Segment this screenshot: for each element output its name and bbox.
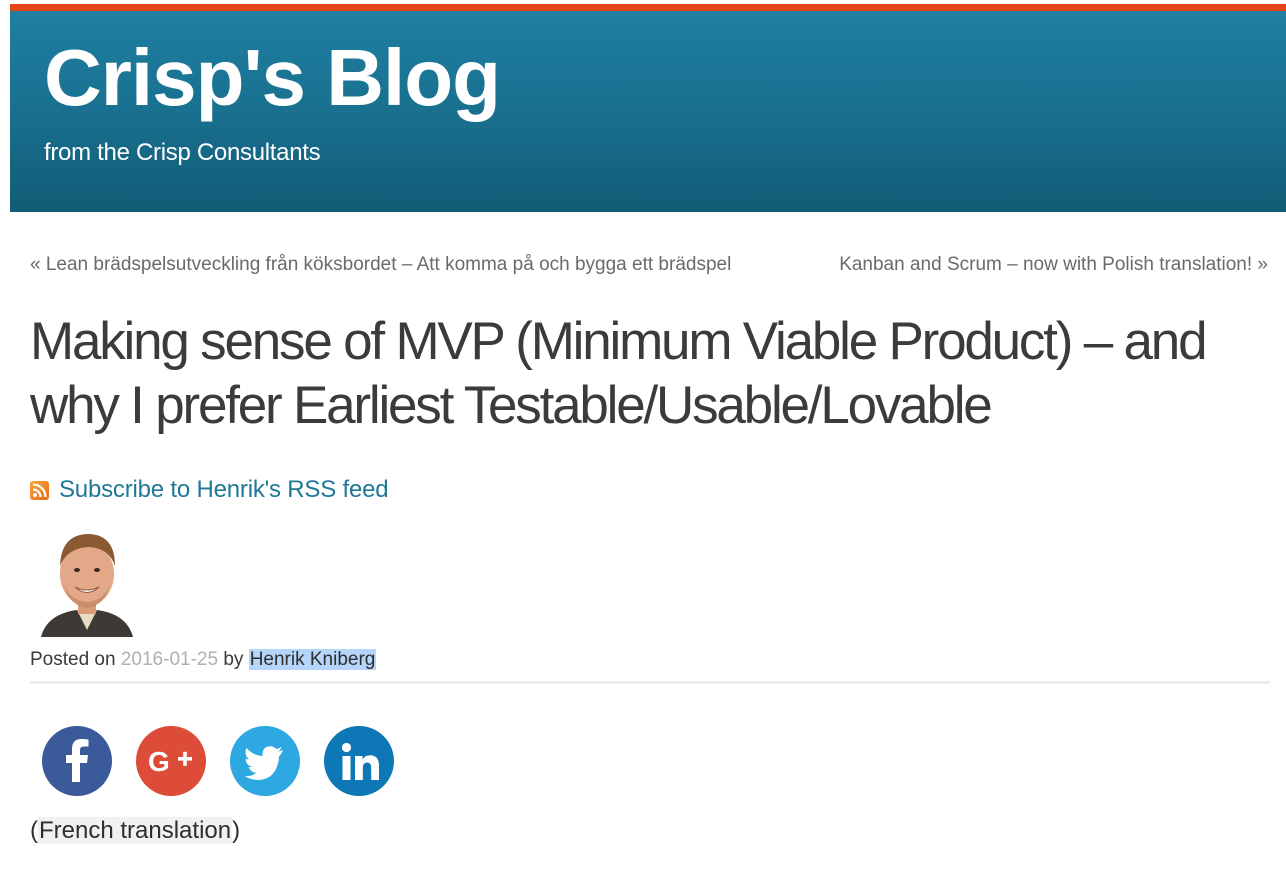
google-plus-share-button[interactable]: G <box>136 726 206 796</box>
french-translation-link[interactable]: French translation <box>38 817 233 844</box>
site-description: from the Crisp Consultants <box>44 139 321 166</box>
facebook-icon <box>66 739 89 782</box>
author-avatar <box>37 522 137 637</box>
twitter-share-button[interactable] <box>230 726 300 796</box>
header-accent-stripe <box>10 4 1286 11</box>
next-post-link[interactable]: Kanban and Scrum – now with Polish trans… <box>839 253 1268 277</box>
linkedin-share-button[interactable] <box>324 726 394 796</box>
author-link[interactable]: Henrik Kniberg <box>248 649 377 670</box>
svg-text:G: G <box>148 746 170 777</box>
page: Crisp's Blog from the Crisp Consultants … <box>0 0 1286 890</box>
translation-close-paren: ) <box>232 817 241 844</box>
post-title: Making sense of MVP (Minimum Viable Prod… <box>30 312 1208 435</box>
linkedin-icon <box>341 742 379 780</box>
posted-on-label: Posted on <box>30 649 116 670</box>
rss-feed-link[interactable]: Subscribe to Henrik's RSS feed <box>59 476 389 504</box>
post-meta: Posted on 2016-01-25 by Henrik Kniberg <box>30 648 377 672</box>
site-title[interactable]: Crisp's Blog <box>44 33 501 123</box>
rss-icon[interactable] <box>30 480 49 500</box>
translation-open-paren: ( <box>30 817 38 844</box>
rss-subscribe: Subscribe to Henrik's RSS feed <box>30 476 389 504</box>
post-date-link[interactable]: 2016-01-25 <box>121 649 218 670</box>
twitter-icon <box>244 746 283 780</box>
by-label: by <box>223 649 244 670</box>
translation-note: (French translation) <box>30 816 240 846</box>
meta-divider <box>30 681 1270 684</box>
site-header: Crisp's Blog from the Crisp Consultants <box>10 11 1286 212</box>
previous-post-link[interactable]: « Lean brädspelsutveckling från köksbord… <box>30 253 731 277</box>
facebook-share-button[interactable] <box>42 726 112 796</box>
google-plus-icon: G <box>148 746 192 777</box>
